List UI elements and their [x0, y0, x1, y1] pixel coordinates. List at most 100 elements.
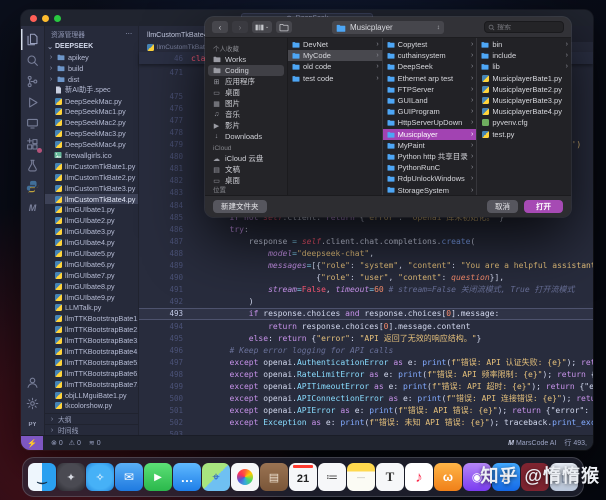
- code-line[interactable]: 494 return response.choices[0].message.c…: [139, 320, 593, 332]
- tree-item[interactable]: 新AI助手.spec: [45, 85, 138, 96]
- tree-item[interactable]: llmTTKBootstrapBate4.py: [45, 346, 138, 357]
- file-column-item[interactable]: Musicplayer ›: [382, 128, 477, 140]
- tree-item[interactable]: llmCustomTkBate2.py: [45, 172, 138, 183]
- tree-item[interactable]: DeepSeekMac.py: [45, 96, 138, 107]
- tree-item[interactable]: llmTTKBootstrapBate5.py: [45, 357, 138, 368]
- dock-item-textedit[interactable]: T: [376, 463, 404, 491]
- tree-item[interactable]: llmCustomTkBate4.py: [45, 193, 138, 205]
- dock-item-notes[interactable]: —: [347, 463, 375, 491]
- file-column-item[interactable]: Python http 共享目录项目›: [383, 151, 477, 162]
- outline-section[interactable]: › 大纲: [45, 413, 138, 424]
- open-button[interactable]: 打开: [524, 200, 563, 213]
- tree-item[interactable]: llmGUIbate4.py: [45, 237, 138, 248]
- dock-item-maps[interactable]: ⌖: [202, 463, 230, 491]
- minimize-button[interactable]: [42, 14, 49, 22]
- settings-icon[interactable]: [21, 393, 45, 414]
- file-column-item[interactable]: lib ›: [477, 61, 571, 72]
- tree-item[interactable]: llmGUIbate2.py: [45, 215, 138, 226]
- cursor-position[interactable]: 行 493,: [564, 438, 587, 448]
- search-icon[interactable]: [21, 50, 45, 71]
- source-control-icon[interactable]: [21, 71, 45, 92]
- file-column-item[interactable]: MusicplayerBate4.py: [477, 106, 571, 117]
- dock-item-facetime[interactable]: ▶: [144, 463, 172, 491]
- dock-item-mail[interactable]: ✉: [115, 463, 143, 491]
- dialog-sidebar-item[interactable]: ▭ 桌面: [208, 87, 284, 98]
- file-column-item[interactable]: Copytest ›: [383, 39, 477, 50]
- dialog-sidebar-item[interactable]: ♫ 音乐: [208, 109, 284, 120]
- python-icon[interactable]: [21, 176, 45, 197]
- close-button[interactable]: [30, 14, 37, 22]
- python-env-icon[interactable]: PY: [21, 414, 45, 435]
- dock-item-books[interactable]: ω: [434, 463, 462, 491]
- tree-item[interactable]: › build: [45, 63, 138, 74]
- file-column-item[interactable]: bin ›: [477, 39, 571, 50]
- code-line[interactable]: 492 ): [139, 296, 593, 308]
- dock-item-calendar[interactable]: 21: [289, 463, 317, 491]
- tree-item[interactable]: llmGUIbate1.py: [45, 204, 138, 215]
- code-line[interactable]: 500 except openai.APIConnectionError as …: [139, 393, 593, 405]
- dialog-sidebar-item[interactable]: ↓ Downloads: [208, 131, 284, 142]
- marscode-status[interactable]: M MarsCode AI: [508, 440, 556, 447]
- new-folder-icon-button[interactable]: [276, 21, 293, 33]
- tree-item[interactable]: llmTTKBootstrapBate2.py: [45, 324, 138, 335]
- code-line[interactable]: 489 messages=[{"role": "system", "conten…: [139, 260, 593, 272]
- code-line[interactable]: 497 except openai.AuthenticationError as…: [139, 356, 593, 368]
- code-line[interactable]: 501 except openai.APIError as e: print(f…: [139, 405, 593, 417]
- tree-item[interactable]: llmTTKBootstrapBate1.py: [45, 313, 138, 324]
- dock-item-contacts[interactable]: ▤: [260, 463, 288, 491]
- file-column-item[interactable]: pyvenv.cfg: [477, 117, 571, 128]
- testing-icon[interactable]: [21, 155, 45, 176]
- tree-item[interactable]: llmGUIbate7.py: [45, 270, 138, 281]
- zoom-button[interactable]: [54, 14, 61, 22]
- file-column-item[interactable]: GUILand ›: [383, 95, 477, 106]
- ports-indicator[interactable]: ≋ 0: [89, 439, 101, 448]
- file-column-item[interactable]: MyCode ›: [288, 50, 382, 62]
- dialog-sidebar-item[interactable]: Coding: [208, 65, 284, 76]
- account-icon[interactable]: [21, 372, 45, 393]
- editor-tab[interactable]: llmCustomTkBate4.py: [139, 26, 209, 42]
- tree-item[interactable]: llmGUIbate9.py: [45, 292, 138, 303]
- code-line[interactable]: 493 if response.choices and response.cho…: [139, 307, 593, 320]
- dock-item-finder[interactable]: ‿: [28, 463, 56, 491]
- code-line[interactable]: 502 except Exception as e: print(f"错误: 未…: [139, 417, 593, 429]
- file-column-item[interactable]: test code ›: [288, 73, 382, 84]
- code-line[interactable]: 503: [139, 429, 593, 435]
- code-line[interactable]: 487 response = self.client.chat.completi…: [139, 235, 593, 247]
- forward-button[interactable]: ›: [232, 21, 248, 33]
- file-column-item[interactable]: PythonRunC ›: [383, 162, 477, 173]
- dialog-sidebar-item[interactable]: ☁ iCloud 云盘: [208, 153, 284, 164]
- location-select[interactable]: Musicplayer ↕: [332, 21, 444, 34]
- file-column-item[interactable]: StorageSystem ›: [383, 184, 477, 195]
- dock-item-reminders[interactable]: ≔: [318, 463, 346, 491]
- marscode-icon[interactable]: M: [21, 197, 45, 218]
- run-debug-icon[interactable]: [21, 92, 45, 113]
- code-line[interactable]: 488 model="deepseek-chat",: [139, 247, 593, 259]
- dock-item-music[interactable]: ♪: [405, 463, 433, 491]
- file-column-item[interactable]: DevNet ›: [288, 39, 382, 50]
- code-line[interactable]: 486 try:: [139, 223, 593, 235]
- file-column-item[interactable]: old code ›: [288, 61, 382, 72]
- remote-explorer-icon[interactable]: [21, 113, 45, 134]
- extensions-icon[interactable]: [21, 134, 45, 155]
- tree-item[interactable]: llmGUIbate3.py: [45, 226, 138, 237]
- file-column-item[interactable]: FTPServer ›: [383, 84, 477, 95]
- tree-item[interactable]: llmCustomTkBate1.py: [45, 161, 138, 172]
- new-folder-button[interactable]: 新建文件夹: [213, 200, 267, 213]
- remote-indicator[interactable]: ⚡: [21, 436, 43, 450]
- tree-item[interactable]: LLMTalk.py: [45, 302, 138, 313]
- tree-root[interactable]: ⌄ DEEPSEEK: [45, 41, 138, 52]
- explorer-icon[interactable]: [21, 29, 45, 50]
- tree-item[interactable]: llmTTKBootstrapBate7.py: [45, 379, 138, 390]
- code-line[interactable]: 498 except openai.RateLimitError as e: p…: [139, 368, 593, 380]
- tree-item[interactable]: llmGUIbate8.py: [45, 281, 138, 292]
- file-column-item[interactable]: MusicplayerBate2.py: [477, 84, 571, 95]
- tree-item[interactable]: llmTTKBootstrapBate6.py: [45, 368, 138, 379]
- search-input[interactable]: [497, 23, 560, 31]
- tree-item[interactable]: DeepSeekMac2.py: [45, 117, 138, 128]
- dialog-sidebar-item[interactable]: ▦ 图片: [208, 98, 284, 109]
- tree-item[interactable]: tkcolorshow.py: [45, 401, 138, 412]
- tree-item[interactable]: DeepSeekMac3.py: [45, 128, 138, 139]
- tree-item[interactable]: › dist: [45, 74, 138, 85]
- code-line[interactable]: 495 else: return {"error": "API 返回了无效的响应…: [139, 332, 593, 344]
- view-mode-button[interactable]: ⌄: [252, 21, 273, 33]
